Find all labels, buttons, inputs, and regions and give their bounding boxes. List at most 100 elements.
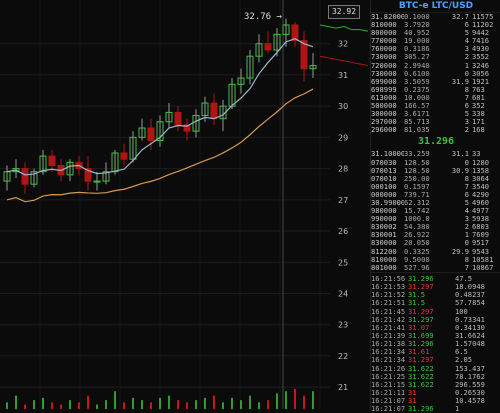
amount-cell: 15.742	[404, 207, 430, 216]
bid-row[interactable]: 812200 0.3325 29.9 9543	[371, 248, 500, 256]
cum-price-cell: 7	[464, 263, 469, 272]
ask-row[interactable]: 613000 10.000 7 681	[371, 94, 500, 102]
price-cell: 500000	[371, 102, 397, 111]
ask-row[interactable]: 500000 166.57 6 352	[371, 102, 500, 110]
ask-row[interactable]: 730000 305.27 2 3552	[371, 53, 500, 61]
ask-row[interactable]: 297000 85.713 3 171	[371, 118, 500, 126]
volume-bar	[24, 404, 26, 409]
trade-row: 16:21:07 31.296 1	[371, 405, 500, 413]
price-chart[interactable]: 32 31 30 29 28 27 26 25 24 23 22 21 32.76 → 32.92	[0, 0, 370, 409]
bid-row[interactable]: 980000 15.742 4 4977	[371, 207, 500, 215]
cum-price-cell: 1	[464, 61, 469, 70]
bid-row[interactable]: 990000 1000.0 3 5938	[371, 215, 500, 223]
bid-row[interactable]: 070010 250.00 8 3064	[371, 175, 500, 183]
volume-bar	[123, 402, 125, 409]
bid-row[interactable]: 000000 739.71 6 4290	[371, 191, 500, 199]
candlestick-chart-svg[interactable]: 32 31 30 29 28 27 26 25 24 23 22 21	[0, 0, 370, 409]
total-cell: 3552	[472, 53, 490, 62]
price-cell: 300000	[371, 110, 397, 119]
ask-row[interactable]: 760000 0.3186 3 4930	[371, 45, 500, 53]
y-tick-label: 29	[338, 133, 348, 142]
total-cell: 10867	[472, 263, 494, 272]
volume-bar	[285, 391, 287, 409]
volume-bar	[204, 397, 206, 409]
bid-row[interactable]: 830002 54.380 2 6803	[371, 223, 500, 231]
total-cell: 9442	[472, 29, 490, 38]
total-cell: 11202	[472, 21, 494, 30]
cum-price-cell: 6	[464, 190, 469, 199]
ask-row[interactable]: 698999 0.2375 8 763	[371, 86, 500, 94]
ask-row[interactable]: 296000 81.035 2 168	[371, 126, 500, 134]
amount-cell: 62.312	[404, 198, 430, 207]
bid-row[interactable]: 830000 20.050 0 9517	[371, 239, 500, 247]
cum-price-cell: 5	[464, 198, 469, 207]
total-cell: 9543	[472, 247, 490, 256]
amount-cell: 128.50	[404, 166, 430, 175]
volume-bar	[51, 402, 53, 409]
bid-row[interactable]: 30.99000062.312 54960	[371, 199, 500, 207]
total-cell: 3246	[472, 61, 490, 70]
cum-price-cell: 29.9	[451, 247, 469, 256]
amount-cell: 128.50	[404, 158, 430, 167]
trade-amount: 10.4578	[455, 396, 485, 406]
total-cell: 168	[472, 126, 485, 135]
price-cell: 070030	[371, 158, 397, 167]
volume-bar	[42, 397, 44, 409]
ask-row[interactable]: 730000 0.6100 0 3056	[371, 70, 500, 78]
amount-cell: 305.27	[404, 53, 430, 62]
amount-cell: 3.7920	[404, 21, 430, 30]
bid-row[interactable]: 801000 527.96 7 10867	[371, 264, 500, 272]
y-tick-label: 25	[338, 258, 348, 267]
total-cell: 338	[472, 110, 485, 119]
total-cell: 352	[472, 102, 485, 111]
y-tick-label: 22	[338, 352, 348, 361]
volume-bar	[33, 400, 35, 409]
volume-bar	[6, 402, 8, 409]
total-cell: 681	[472, 93, 485, 102]
ask-row[interactable]: 800000 40.952 5 9442	[371, 29, 500, 37]
amount-cell: 3.6171	[404, 110, 430, 119]
bid-row[interactable]: 31.100000033.259 31.133	[371, 150, 500, 158]
y-tick-label: 30	[338, 102, 348, 111]
volume-bar	[177, 400, 179, 409]
total-cell: 9517	[472, 239, 490, 248]
ask-row[interactable]: 31.8200000.1000 32.711575	[371, 13, 500, 21]
volume-bar	[141, 400, 143, 409]
volume-bar	[69, 400, 71, 409]
volume-bar	[213, 395, 215, 409]
total-cell: 33	[472, 150, 481, 159]
cum-price-cell: 32.7	[451, 13, 469, 21]
amount-cell: 3.5059	[404, 77, 430, 86]
candle-down	[48, 155, 56, 166]
price-cell: 800000	[371, 29, 397, 38]
amount-cell: 739.71	[404, 190, 430, 199]
amount-cell: 9.5000	[404, 255, 430, 264]
ask-row[interactable]: 810000 3.7920 6 11202	[371, 21, 500, 29]
candle-down	[147, 127, 155, 141]
panel-title: BTC-e LTC/USD	[371, 0, 500, 13]
bid-row[interactable]: 070030 128.50 0 1280	[371, 159, 500, 167]
volume-bar	[267, 400, 269, 409]
ask-row[interactable]: 300000 3.6171 5 338	[371, 110, 500, 118]
cum-price-cell: 5	[464, 110, 469, 119]
volume-bar	[60, 404, 62, 409]
price-cell: 070010	[371, 174, 397, 183]
ask-row[interactable]: 699000 3.5059 31.9 1921	[371, 78, 500, 86]
price-cell: 297000	[371, 118, 397, 127]
cum-price-cell: 0	[464, 158, 469, 167]
ask-row[interactable]: 720000 2.9940 1 3246	[371, 62, 500, 70]
ask-row[interactable]: 770000 19.000 4 7416	[371, 37, 500, 45]
price-cell: 810000	[371, 21, 397, 30]
cum-price-cell: 1	[464, 231, 469, 240]
bid-row[interactable]: 810000 9.5000 8 10581	[371, 256, 500, 264]
price-cell: 000100	[371, 182, 397, 191]
bid-row[interactable]: 830001 26.922 1 7609	[371, 231, 500, 239]
bid-row[interactable]: 070013 128.50 30.9 1358	[371, 167, 500, 175]
price-cell: 31.1000000	[371, 150, 404, 159]
volume-bar	[312, 391, 314, 409]
volume-bar	[240, 400, 242, 409]
y-tick-label: 27	[338, 196, 348, 205]
cum-price-cell: 6	[464, 102, 469, 111]
amount-cell: 0.3186	[404, 45, 430, 54]
bid-row[interactable]: 000100 0.1597 7 3540	[371, 183, 500, 191]
